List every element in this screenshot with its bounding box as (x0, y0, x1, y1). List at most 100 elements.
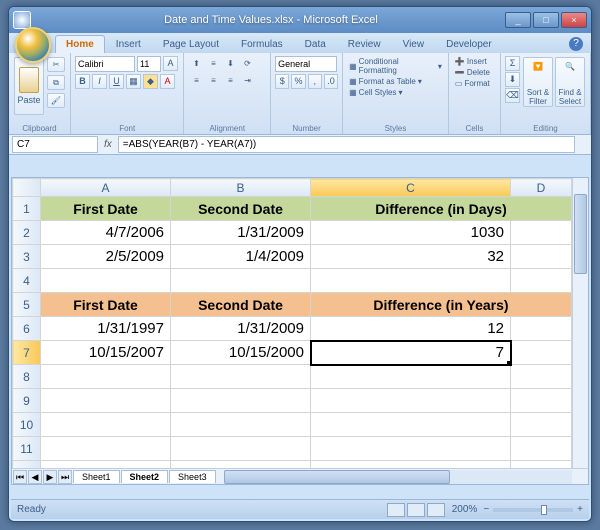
col-header-c[interactable]: C (311, 179, 511, 197)
cell[interactable]: Difference (in Days) (311, 197, 572, 221)
formula-bar[interactable]: =ABS(YEAR(B7) - YEAR(A7)) (118, 136, 575, 153)
sheet-tab-active[interactable]: Sheet2 (121, 470, 169, 483)
tab-nav-prev[interactable]: ◀ (28, 470, 42, 484)
find-select-button[interactable]: 🔍Find & Select (555, 57, 585, 107)
paste-button[interactable]: Paste (14, 57, 44, 115)
align-bottom-button[interactable]: ⬇ (222, 56, 238, 71)
row-header[interactable]: 8 (13, 365, 41, 389)
cell[interactable] (311, 389, 511, 413)
cell[interactable] (41, 413, 171, 437)
cell[interactable] (511, 317, 572, 341)
bold-button[interactable]: B (75, 74, 90, 89)
cell[interactable] (41, 461, 171, 469)
cell[interactable]: 1/31/1997 (41, 317, 171, 341)
cell[interactable]: 10/15/2000 (171, 341, 311, 365)
cell[interactable]: 10/15/2007 (41, 341, 171, 365)
col-header-a[interactable]: A (41, 179, 171, 197)
office-button[interactable] (15, 27, 51, 63)
row-header[interactable]: 11 (13, 437, 41, 461)
sheet-tab[interactable]: Sheet3 (169, 470, 216, 483)
cell[interactable] (41, 437, 171, 461)
row-header[interactable]: 10 (13, 413, 41, 437)
cell[interactable] (171, 269, 311, 293)
maximize-button[interactable]: □ (533, 12, 559, 28)
tab-view[interactable]: View (392, 35, 436, 53)
font-color-button[interactable]: A (160, 74, 175, 89)
row-header[interactable]: 3 (13, 245, 41, 269)
row-header[interactable]: 9 (13, 389, 41, 413)
close-button[interactable]: × (561, 12, 587, 28)
row-header[interactable]: 5 (13, 293, 41, 317)
fx-icon[interactable]: fx (104, 139, 112, 150)
tab-nav-last[interactable]: ⏭ (58, 470, 72, 484)
cell[interactable] (311, 365, 511, 389)
cell[interactable] (171, 365, 311, 389)
cell[interactable] (511, 365, 572, 389)
align-right-button[interactable]: ≡ (222, 73, 238, 88)
increase-decimal-button[interactable]: .0 (324, 74, 338, 89)
zoom-knob[interactable] (541, 505, 547, 515)
col-header-b[interactable]: B (171, 179, 311, 197)
cell[interactable] (511, 461, 572, 469)
cell[interactable] (511, 221, 572, 245)
row-header[interactable]: 6 (13, 317, 41, 341)
cell[interactable] (311, 437, 511, 461)
select-all-corner[interactable] (13, 179, 41, 197)
align-left-button[interactable]: ≡ (188, 73, 204, 88)
tab-nav-next[interactable]: ▶ (43, 470, 57, 484)
cell[interactable] (171, 389, 311, 413)
format-cells-button[interactable]: ▭ Format (453, 78, 496, 89)
font-name-select[interactable] (75, 56, 135, 72)
col-header-d[interactable]: D (511, 179, 572, 197)
percent-button[interactable]: % (291, 74, 305, 89)
cell[interactable] (41, 389, 171, 413)
cell[interactable]: Second Date (171, 293, 311, 317)
cell[interactable]: Difference (in Years) (311, 293, 572, 317)
sheet-tab[interactable]: Sheet1 (73, 470, 120, 483)
cell[interactable]: 1/4/2009 (171, 245, 311, 269)
page-break-view-button[interactable] (427, 503, 445, 517)
format-painter-button[interactable]: 🖌 (47, 93, 65, 108)
page-layout-view-button[interactable] (407, 503, 425, 517)
tab-page-layout[interactable]: Page Layout (152, 35, 230, 53)
insert-cells-button[interactable]: ➕ Insert (453, 56, 496, 67)
cell[interactable] (311, 269, 511, 293)
number-format-select[interactable] (275, 56, 337, 72)
grid[interactable]: A B C D 1First DateSecond DateDifference… (12, 178, 572, 468)
cell[interactable]: Second Date (171, 197, 311, 221)
align-top-button[interactable]: ⬆ (188, 56, 204, 71)
align-middle-button[interactable]: ≡ (205, 56, 221, 71)
fill-button[interactable]: ⬇ (505, 72, 520, 87)
row-header[interactable]: 4 (13, 269, 41, 293)
row-header[interactable]: 1 (13, 197, 41, 221)
underline-button[interactable]: U (109, 74, 124, 89)
minimize-button[interactable]: _ (505, 12, 531, 28)
tab-nav-first[interactable]: ⏮ (13, 470, 27, 484)
row-header[interactable]: 12 (13, 461, 41, 469)
normal-view-button[interactable] (387, 503, 405, 517)
border-button[interactable]: ▦ (126, 74, 141, 89)
cell[interactable] (171, 437, 311, 461)
sort-filter-button[interactable]: 🔽Sort & Filter (523, 57, 553, 107)
cell[interactable] (511, 269, 572, 293)
cell[interactable]: 1030 (311, 221, 511, 245)
cell[interactable]: 2/5/2009 (41, 245, 171, 269)
tab-formulas[interactable]: Formulas (230, 35, 294, 53)
delete-cells-button[interactable]: ➖ Delete (453, 67, 496, 78)
cell[interactable] (511, 245, 572, 269)
cell[interactable] (511, 389, 572, 413)
fill-color-button[interactable]: ◆ (143, 74, 158, 89)
italic-button[interactable]: I (92, 74, 107, 89)
cell[interactable] (41, 269, 171, 293)
grow-font-button[interactable]: A (163, 56, 178, 71)
cell-styles-button[interactable]: ▦ Cell Styles ▾ (347, 87, 444, 98)
horizontal-scrollbar[interactable] (224, 470, 572, 484)
tab-developer[interactable]: Developer (435, 35, 503, 53)
vertical-scrollbar[interactable] (572, 178, 588, 468)
indent-button[interactable]: ⇥ (239, 73, 255, 88)
orientation-button[interactable]: ⟳ (239, 56, 255, 71)
clear-button[interactable]: ⌫ (505, 88, 520, 103)
tab-data[interactable]: Data (294, 35, 337, 53)
align-center-button[interactable]: ≡ (205, 73, 221, 88)
font-size-select[interactable] (137, 56, 161, 72)
